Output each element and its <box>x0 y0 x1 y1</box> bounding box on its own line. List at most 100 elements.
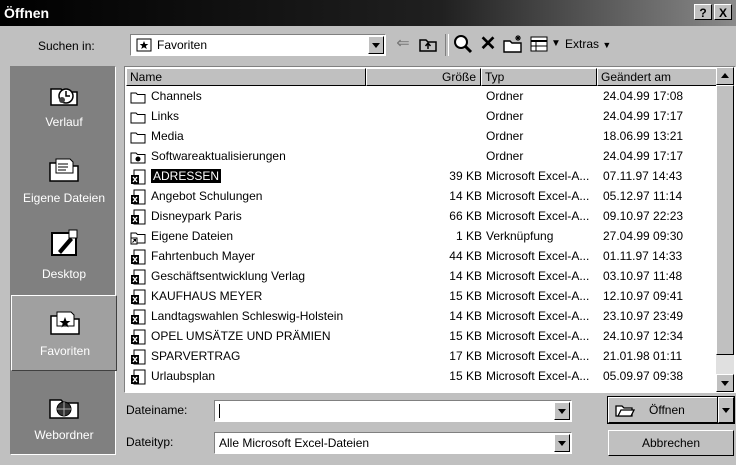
open-button[interactable]: Öffnen <box>607 396 719 424</box>
lookin-combo[interactable]: Favoriten <box>130 34 386 56</box>
place-history[interactable]: Verlauf <box>11 67 117 143</box>
scroll-up-button[interactable] <box>716 67 734 85</box>
file-size: 66 KB <box>449 209 482 223</box>
place-my-documents[interactable]: Eigene Dateien <box>11 143 117 219</box>
file-modified: 09.10.97 22:23 <box>603 209 684 223</box>
file-size: 39 KB <box>449 169 482 183</box>
file-modified: 24.04.99 17:17 <box>603 109 684 123</box>
chevron-down-icon <box>722 408 730 413</box>
file-name: Eigene Dateien <box>151 229 234 243</box>
file-type: Ordner <box>486 129 524 143</box>
filename-combo[interactable] <box>214 400 572 422</box>
file-row[interactable]: Fahrtenbuch Mayer 44 KB Microsoft Excel-A.… <box>127 247 721 267</box>
file-list[interactable]: Name Größe Typ Geändert am Channels Ordne… <box>124 66 736 393</box>
file-modified: 12.10.97 09:41 <box>603 289 684 303</box>
file-type: Microsoft Excel-A... <box>486 189 590 203</box>
file-modified: 27.04.99 09:30 <box>603 229 684 243</box>
file-name: SPARVERTRAG <box>151 349 241 363</box>
vertical-scrollbar[interactable] <box>716 67 734 392</box>
history-icon <box>50 88 78 106</box>
file-row[interactable]: SPARVERTRAG 17 KB Microsoft Excel-A... 21.0… <box>127 347 721 367</box>
filetype-dropdown-button[interactable] <box>554 434 570 452</box>
file-type: Microsoft Excel-A... <box>486 209 590 223</box>
file-row[interactable]: Angebot Schulungen 14 KB Microsoft Excel-A… <box>127 187 721 207</box>
title-bar[interactable]: Öffnen ? X <box>0 0 736 26</box>
column-header-modified[interactable]: Geändert am <box>597 68 718 86</box>
file-row[interactable]: ADRESSEN 39 KB Microsoft Excel-A... 07.11.9… <box>127 167 721 187</box>
views-icon[interactable] <box>528 32 550 56</box>
file-modified: 03.10.97 11:48 <box>603 269 683 283</box>
file-row[interactable]: Softwareaktualisierungen Ordner 24.04.99 1… <box>127 147 721 167</box>
excel-file-icon <box>131 189 146 205</box>
file-size: 15 KB <box>449 289 482 303</box>
excel-file-icon <box>131 329 146 345</box>
excel-file-icon <box>131 269 146 285</box>
shortcut-icon <box>130 232 146 245</box>
dialog-title: Öffnen <box>4 5 50 21</box>
place-label: Desktop <box>41 267 87 281</box>
file-modified: 24.04.99 17:08 <box>603 89 684 103</box>
open-dialog: Öffnen ? X Suchen in: Favoriten ⇐ ✕ ▼ Ex… <box>0 0 736 465</box>
file-row[interactable]: Geschäftsentwicklung Verlag 14 KB Microsof… <box>127 267 721 287</box>
scroll-down-button[interactable] <box>716 374 734 392</box>
up-folder-icon[interactable] <box>416 32 440 56</box>
delete-icon[interactable]: ✕ <box>476 32 500 56</box>
back-arrow-icon[interactable]: ⇐ <box>392 32 414 56</box>
file-row[interactable]: Media Ordner 18.06.99 13:21 <box>127 127 721 147</box>
file-row[interactable]: Channels Ordner 24.04.99 17:08 <box>127 87 721 107</box>
file-modified: 24.04.99 17:17 <box>603 149 684 163</box>
file-name: Links <box>151 109 180 123</box>
lookin-label: Suchen in: <box>38 39 95 53</box>
file-name: Disneypark Paris <box>151 209 242 223</box>
filename-dropdown-button[interactable] <box>554 402 570 420</box>
filename-label: Dateiname: <box>126 403 188 417</box>
close-button[interactable]: X <box>714 4 732 20</box>
file-row[interactable]: Urlaubsplan 15 KB Microsoft Excel-A... 05.0… <box>127 367 721 387</box>
cancel-button[interactable]: Abbrechen <box>608 430 734 456</box>
favorites-icon <box>50 311 80 335</box>
file-row[interactable]: KAUFHAUS MEYER 15 KB Microsoft Excel-A... 1… <box>127 287 721 307</box>
file-modified: 21.01.98 01:11 <box>603 349 683 363</box>
open-folder-icon <box>615 405 635 417</box>
open-options-dropdown[interactable] <box>717 396 735 424</box>
chevron-down-icon: ▼ <box>602 40 612 50</box>
excel-file-icon <box>131 289 146 305</box>
scroll-thumb[interactable] <box>716 85 734 355</box>
lookin-dropdown-button[interactable] <box>368 36 384 54</box>
file-size: 15 KB <box>449 329 482 343</box>
file-modified: 23.10.97 23:49 <box>603 309 684 323</box>
file-row[interactable]: Eigene Dateien 1 KB Verknüpfung 27.04.99 09… <box>127 227 721 247</box>
column-header-type[interactable]: Typ <box>481 68 597 86</box>
new-folder-icon[interactable] <box>501 32 525 56</box>
place-favorites[interactable]: Favoriten <box>11 295 117 371</box>
file-row[interactable]: OPEL UMSÄTZE UND PRÄMIEN 15 KB Microsoft E… <box>127 327 721 347</box>
filetype-combo[interactable]: Alle Microsoft Excel-Dateien <box>214 432 572 454</box>
extras-label: Extras <box>565 37 600 51</box>
search-web-icon[interactable] <box>451 32 475 56</box>
file-type: Microsoft Excel-A... <box>486 349 590 363</box>
column-header-size[interactable]: Größe <box>366 68 481 86</box>
file-name: ADRESSEN <box>151 169 222 183</box>
excel-file-icon <box>131 309 146 325</box>
file-row[interactable]: Links Ordner 24.04.99 17:17 <box>127 107 721 127</box>
file-type: Verknüpfung <box>486 229 554 243</box>
file-type: Microsoft Excel-A... <box>486 269 590 283</box>
excel-file-icon <box>131 249 146 265</box>
help-button[interactable]: ? <box>694 4 712 20</box>
file-row[interactable]: Landtagswahlen Schleswig-Holstein 14 KB Mi… <box>127 307 721 327</box>
place-desktop[interactable]: Desktop <box>11 219 117 295</box>
file-name: Landtagswahlen Schleswig-Holstein <box>151 309 344 323</box>
column-header-name[interactable]: Name <box>126 68 366 86</box>
place-web-folders[interactable]: Webordner <box>11 380 117 456</box>
filetype-label: Dateityp: <box>126 435 174 449</box>
file-modified: 05.12.97 11:14 <box>603 189 683 203</box>
my-documents-icon <box>49 158 79 182</box>
views-dropdown-icon[interactable]: ▼ <box>550 32 562 56</box>
toolbar-separator <box>445 34 449 56</box>
favorites-folder-icon <box>136 38 152 52</box>
file-modified: 24.10.97 12:34 <box>603 329 684 343</box>
file-type: Microsoft Excel-A... <box>486 369 590 383</box>
extras-menu-button[interactable]: Extras ▼ <box>565 32 625 56</box>
excel-file-icon <box>131 369 146 385</box>
file-row[interactable]: Disneypark Paris 66 KB Microsoft Excel-A..… <box>127 207 721 227</box>
